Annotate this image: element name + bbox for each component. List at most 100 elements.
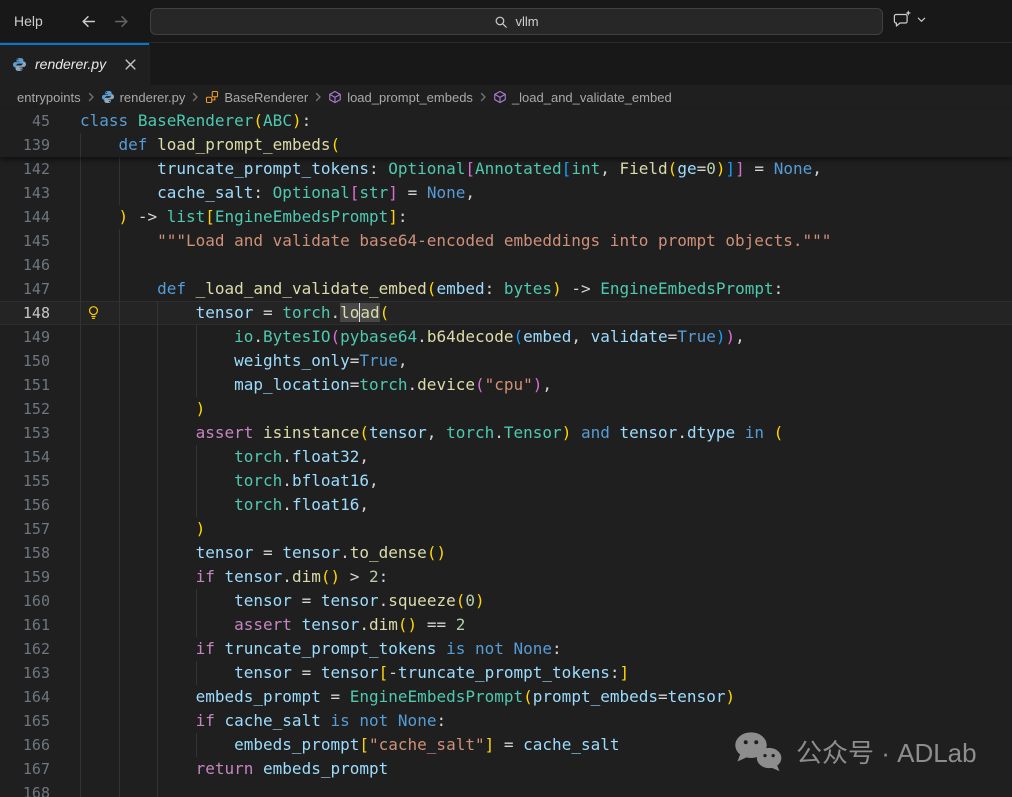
token: True <box>359 351 398 370</box>
code-line-160[interactable]: 160 tensor = tensor.squeeze(0) <box>0 589 1012 613</box>
token: . <box>282 471 292 490</box>
line-number[interactable]: 155 <box>0 469 50 493</box>
breadcrumb-item-load-prompt-embeds[interactable]: load_prompt_embeds <box>328 90 473 105</box>
arrow-left-icon[interactable] <box>80 13 97 30</box>
lightbulb-icon[interactable] <box>86 305 101 320</box>
line-number[interactable]: 142 <box>0 157 50 181</box>
code-line-149[interactable]: 149 io.BytesIO(pybase64.b64decode(embed,… <box>0 325 1012 349</box>
code-line-155[interactable]: 155 torch.bfloat16, <box>0 469 1012 493</box>
line-number[interactable]: 144 <box>0 205 50 229</box>
line-number[interactable]: 167 <box>0 757 50 781</box>
code-line-139[interactable]: 139 def load_prompt_embeds( <box>0 133 1012 157</box>
indent-guide <box>80 709 81 733</box>
code-line-168[interactable]: 168 <box>0 781 1012 797</box>
code-line-152[interactable]: 152 ) <box>0 397 1012 421</box>
breadcrumb-item--load-and-validate-embed[interactable]: _load_and_validate_embed <box>493 90 672 105</box>
line-number[interactable]: 150 <box>0 349 50 373</box>
line-number[interactable]: 162 <box>0 637 50 661</box>
indent-guide <box>119 325 120 349</box>
code-line-146[interactable]: 146 <box>0 253 1012 277</box>
line-number[interactable]: 152 <box>0 397 50 421</box>
line-number[interactable]: 153 <box>0 421 50 445</box>
code-line-151[interactable]: 151 map_location=torch.device("cpu"), <box>0 373 1012 397</box>
code-line-163[interactable]: 163 tensor = tensor[-truncate_prompt_tok… <box>0 661 1012 685</box>
code-line-164[interactable]: 164 embeds_prompt = EngineEmbedsPrompt(p… <box>0 685 1012 709</box>
token: : <box>379 567 389 586</box>
code-line-147[interactable]: 147 def _load_and_validate_embed(embed: … <box>0 277 1012 301</box>
line-number[interactable]: 161 <box>0 613 50 637</box>
breadcrumb-item-renderer-py[interactable]: renderer.py <box>101 90 186 105</box>
code-line-145[interactable]: 145 """Load and validate base64-encoded … <box>0 229 1012 253</box>
code-line-153[interactable]: 153 assert isinstance(tensor, torch.Tens… <box>0 421 1012 445</box>
code-line-148[interactable]: 148 tensor = torch.load( <box>0 301 1012 325</box>
indent-guide <box>80 517 81 541</box>
line-number[interactable]: 146 <box>0 253 50 277</box>
breadcrumb-label: entrypoints <box>17 90 81 105</box>
code-line-143[interactable]: 143 cache_salt: Optional[str] = None, <box>0 181 1012 205</box>
line-number[interactable]: 168 <box>0 781 50 797</box>
token <box>186 279 196 298</box>
line-number[interactable]: 158 <box>0 541 50 565</box>
line-number[interactable]: 157 <box>0 517 50 541</box>
command-center-search[interactable]: vllm <box>150 8 883 35</box>
token: None <box>774 159 813 178</box>
line-number[interactable]: 164 <box>0 685 50 709</box>
token: 0 <box>706 159 716 178</box>
indent-guide <box>80 229 81 253</box>
line-number[interactable]: 156 <box>0 493 50 517</box>
indent-guide <box>119 157 120 181</box>
breadcrumb-item-baserenderer[interactable]: BaseRenderer <box>205 90 308 105</box>
code-line-159[interactable]: 159 if tensor.dim() > 2: <box>0 565 1012 589</box>
line-number[interactable]: 151 <box>0 373 50 397</box>
code-line-45[interactable]: 45class BaseRenderer(ABC): <box>0 109 1012 133</box>
line-number[interactable]: 147 <box>0 277 50 301</box>
copilot-menu-button[interactable] <box>892 9 927 30</box>
code-line-150[interactable]: 150 weights_only=True, <box>0 349 1012 373</box>
token <box>350 711 360 730</box>
symbol-method-icon <box>493 90 507 104</box>
line-number[interactable]: 145 <box>0 229 50 253</box>
indent-guide <box>119 373 120 397</box>
line-number[interactable]: 165 <box>0 709 50 733</box>
token: ) <box>119 207 129 226</box>
code-line-156[interactable]: 156 torch.float16, <box>0 493 1012 517</box>
line-number[interactable]: 160 <box>0 589 50 613</box>
line-number[interactable]: 139 <box>0 133 50 157</box>
token: Annotated <box>475 159 562 178</box>
token: cache_salt <box>523 735 619 754</box>
line-number[interactable]: 166 <box>0 733 50 757</box>
token: ) <box>533 375 543 394</box>
code-line-157[interactable]: 157 ) <box>0 517 1012 541</box>
indent-guide <box>157 397 158 421</box>
line-number[interactable]: 45 <box>0 109 50 133</box>
code-line-161[interactable]: 161 assert tensor.dim() == 2 <box>0 613 1012 637</box>
code-line-154[interactable]: 154 torch.float32, <box>0 445 1012 469</box>
token: ( <box>475 375 485 394</box>
indent-guide <box>80 541 81 565</box>
token <box>80 519 196 538</box>
menu-item-help[interactable]: Help <box>0 13 57 29</box>
token: int <box>571 159 600 178</box>
chevron-right-icon <box>312 91 324 103</box>
code-line-158[interactable]: 158 tensor = tensor.to_dense() <box>0 541 1012 565</box>
code-line-142[interactable]: 142 truncate_prompt_tokens: Optional[Ann… <box>0 157 1012 181</box>
token: = <box>408 183 418 202</box>
line-number[interactable]: 159 <box>0 565 50 589</box>
line-number[interactable]: 143 <box>0 181 50 205</box>
code-line-144[interactable]: 144 ) -> list[EngineEmbedsPrompt]: <box>0 205 1012 229</box>
close-icon[interactable] <box>124 58 137 71</box>
token: , <box>398 351 408 370</box>
tab-renderer-py[interactable]: renderer.py <box>0 43 150 85</box>
code-line-162[interactable]: 162 if truncate_prompt_tokens is not Non… <box>0 637 1012 661</box>
line-number[interactable]: 148 <box>0 301 50 325</box>
token: torch <box>359 375 407 394</box>
token: truncate_prompt_tokens <box>398 663 610 682</box>
line-number[interactable]: 149 <box>0 325 50 349</box>
arrow-right-icon[interactable] <box>113 13 130 30</box>
token: : <box>398 207 408 226</box>
line-number[interactable]: 163 <box>0 661 50 685</box>
breadcrumb-item-entrypoints[interactable]: entrypoints <box>17 90 81 105</box>
token <box>504 639 514 658</box>
line-number[interactable]: 154 <box>0 445 50 469</box>
token: - <box>388 663 398 682</box>
